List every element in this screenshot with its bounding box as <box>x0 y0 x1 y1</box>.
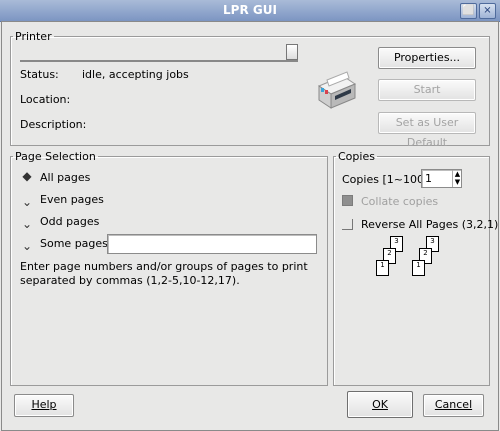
radio-odd-pages-label[interactable]: Odd pages <box>40 215 99 228</box>
collate-preview-right: 3 2 1 <box>412 236 447 276</box>
copies-legend: Copies <box>338 150 375 163</box>
printer-legend: Printer <box>15 30 52 43</box>
collate-label[interactable]: Collate copies <box>361 195 438 208</box>
radio-even-pages-label[interactable]: Even pages <box>40 193 104 206</box>
copies-value: 1 <box>425 172 432 185</box>
copies-label: Copies [1~100]: <box>342 173 432 186</box>
printer-combo-button[interactable] <box>286 44 298 60</box>
status-label: Status: <box>20 68 59 81</box>
collate-preview-left: 3 2 1 <box>376 236 411 276</box>
radio-all-pages-icon[interactable]: ◆ <box>21 169 33 183</box>
close-button[interactable]: ⨯ <box>479 3 496 19</box>
page-selection-legend: Page Selection <box>15 150 96 163</box>
printer-icon <box>317 71 357 109</box>
location-label: Location: <box>20 93 71 106</box>
reverse-label[interactable]: Reverse All Pages (3,2,1) <box>361 218 498 231</box>
page-1-icon: 1 <box>376 260 389 276</box>
window-title: LPR GUI <box>223 3 277 17</box>
radio-some-pages-label[interactable]: Some pages: <box>40 237 112 250</box>
ok-button[interactable]: OK <box>347 391 413 418</box>
collate-checkbox[interactable] <box>342 195 353 206</box>
radio-even-pages-icon[interactable]: ⌄ <box>21 195 33 209</box>
cancel-button[interactable]: Cancel <box>423 394 484 417</box>
some-pages-input[interactable] <box>107 234 317 254</box>
start-button[interactable]: Start <box>378 79 476 101</box>
set-default-button[interactable]: Set as User Default <box>378 112 476 149</box>
page-1-icon: 1 <box>412 260 425 276</box>
maximize-button[interactable]: ⬜ <box>460 3 477 19</box>
printer-combo[interactable] <box>20 44 298 62</box>
description-label: Description: <box>20 118 87 131</box>
page-selection-help-text: Enter page numbers and/or groups of page… <box>20 260 308 287</box>
radio-odd-pages-icon[interactable]: ⌄ <box>21 217 33 231</box>
help-button[interactable]: Help <box>14 394 74 417</box>
properties-button[interactable]: Properties... <box>378 47 476 69</box>
status-value: idle, accepting jobs <box>82 68 189 81</box>
radio-all-pages-label[interactable]: All pages <box>40 171 90 184</box>
copies-spin-arrows-icon[interactable]: ▲ ▼ <box>452 170 462 187</box>
radio-some-pages-icon[interactable]: ⌄ <box>21 239 33 253</box>
reverse-checkbox[interactable] <box>342 219 353 230</box>
